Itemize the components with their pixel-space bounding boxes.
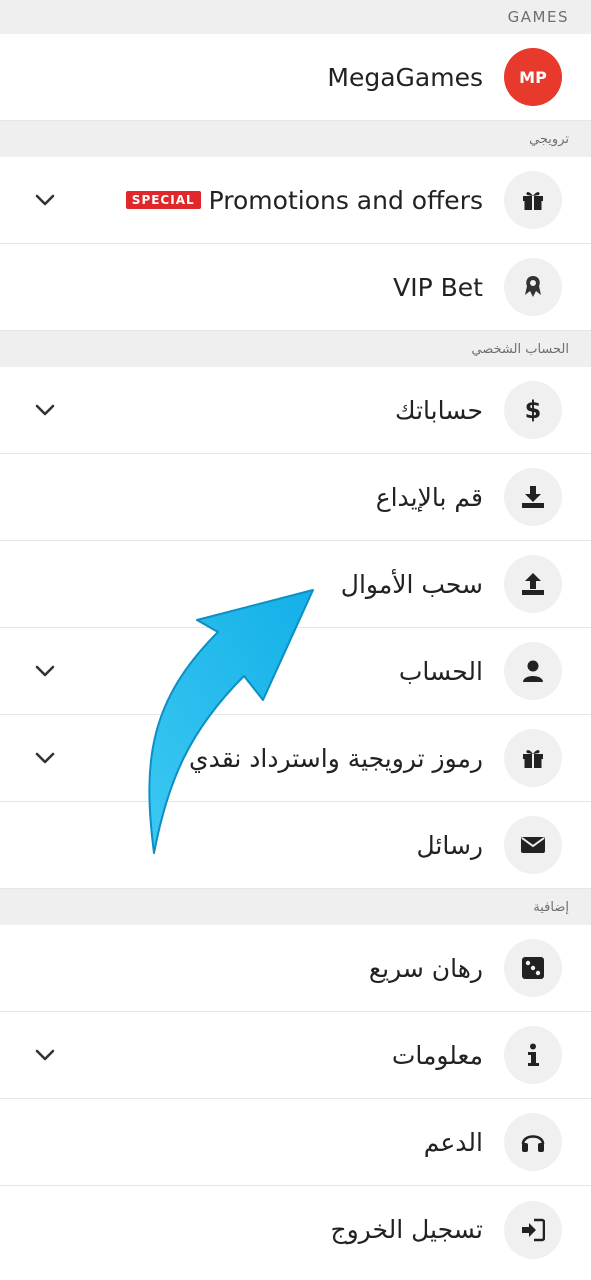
menu-item-label: حساباتك (395, 395, 483, 425)
gift-icon (504, 729, 562, 787)
promotions-row[interactable]: SPECIAL Promotions and offers (0, 157, 591, 244)
chevron-down-icon[interactable] (34, 1044, 56, 1066)
info-icon (504, 1026, 562, 1084)
user-icon (504, 642, 562, 700)
vip-bet-label: VIP Bet (393, 272, 483, 302)
menu-item-label: سحب الأموال (340, 569, 483, 599)
extra-section-title: إضافية (533, 899, 569, 915)
menu-item-label: معلومات (391, 1040, 483, 1070)
menu-item-label: قم بالإيداع (375, 482, 483, 512)
menu-item-messages[interactable]: رسائل (0, 802, 591, 889)
menu-item-support[interactable]: الدعم (0, 1099, 591, 1186)
menu-item-label: رسائل (416, 830, 483, 860)
menu-item-label: الحساب (398, 656, 483, 686)
logout-icon (504, 1200, 562, 1259)
promotions-label: Promotions and offers (208, 185, 483, 215)
promo-section-header: ترويجي (0, 121, 591, 157)
headset-icon (504, 1113, 562, 1171)
upload-icon (504, 555, 562, 613)
chevron-down-icon[interactable] (34, 660, 56, 682)
dice-icon (504, 939, 562, 997)
menu-item-withdraw[interactable]: سحب الأموال (0, 541, 591, 628)
menu-item-label: رهان سريع (368, 953, 483, 983)
menu-item-quick-bet[interactable]: رهان سريع (0, 925, 591, 1012)
menu-item-logout[interactable]: تسجيل الخروج (0, 1186, 591, 1273)
download-icon (504, 468, 562, 526)
brand-row[interactable]: MegaGames MP (0, 34, 591, 121)
dollar-icon: $ (504, 381, 562, 439)
vip-bet-row[interactable]: VIP Bet (0, 244, 591, 331)
menu-item-label: رموز ترويجية واسترداد نقدي (189, 743, 483, 773)
menu-item-your-accounts[interactable]: حساباتك $ (0, 367, 591, 454)
brand-name: MegaGames (327, 62, 483, 92)
gift-icon (504, 171, 562, 229)
menu-item-label: الدعم (423, 1127, 483, 1157)
chevron-down-icon[interactable] (34, 189, 56, 211)
extra-section-header: إضافية (0, 889, 591, 925)
promo-section-title: ترويجي (529, 131, 569, 147)
special-badge: SPECIAL (125, 191, 201, 209)
personal-section-title: الحساب الشخصي (471, 341, 569, 357)
games-section-title: GAMES (507, 8, 569, 26)
brand-logo-badge: MP (504, 48, 562, 106)
menu-item-deposit[interactable]: قم بالإيداع (0, 454, 591, 541)
envelope-icon (504, 816, 562, 874)
menu-item-label: تسجيل الخروج (330, 1215, 483, 1244)
menu-item-promo-codes[interactable]: رموز ترويجية واسترداد نقدي (0, 715, 591, 802)
menu-item-info[interactable]: معلومات (0, 1012, 591, 1099)
menu-item-account[interactable]: الحساب (0, 628, 591, 715)
personal-section-header: الحساب الشخصي (0, 331, 591, 367)
chevron-down-icon[interactable] (34, 747, 56, 769)
chevron-down-icon[interactable] (34, 399, 56, 421)
vip-trophy-icon (504, 258, 562, 316)
games-section-header: GAMES (0, 0, 591, 34)
